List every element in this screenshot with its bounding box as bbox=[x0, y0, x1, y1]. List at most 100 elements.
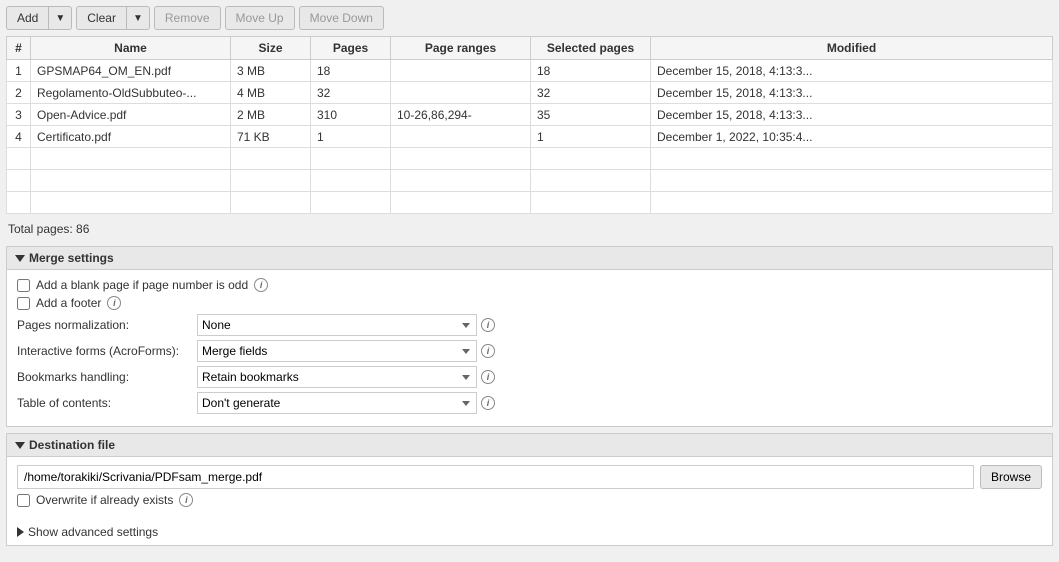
destination-path-input[interactable] bbox=[17, 465, 974, 489]
table-row-empty bbox=[7, 192, 1053, 214]
move-up-button: Move Up bbox=[225, 6, 295, 30]
merge-settings-header[interactable]: Merge settings bbox=[7, 247, 1052, 270]
browse-button[interactable]: Browse bbox=[980, 465, 1042, 489]
cell-ranges bbox=[391, 60, 531, 82]
table-row[interactable]: 1 GPSMAP64_OM_EN.pdf 3 MB 18 18 December… bbox=[7, 60, 1053, 82]
cell-name: Regolamento-OldSubbuteo-... bbox=[31, 82, 231, 104]
pages-norm-label: Pages normalization: bbox=[17, 318, 197, 332]
cell-num: 2 bbox=[7, 82, 31, 104]
toc-label: Table of contents: bbox=[17, 396, 197, 410]
col-header-ranges: Page ranges bbox=[391, 37, 531, 60]
add-dropdown-button[interactable]: ▼ bbox=[48, 6, 72, 30]
bookmarks-row: Bookmarks handling: Retain bookmarks Dis… bbox=[17, 366, 1042, 388]
cell-size: 4 MB bbox=[231, 82, 311, 104]
cell-modified: December 15, 2018, 4:13:3... bbox=[651, 60, 1053, 82]
cell-name: GPSMAP64_OM_EN.pdf bbox=[31, 60, 231, 82]
col-header-pages: Pages bbox=[311, 37, 391, 60]
cell-num: 4 bbox=[7, 126, 31, 148]
cell-size: 3 MB bbox=[231, 60, 311, 82]
destination-collapse-icon bbox=[15, 442, 25, 449]
toc-row: Table of contents: Don't generate Genera… bbox=[17, 392, 1042, 414]
footer-row: Add a footer i bbox=[17, 296, 1042, 310]
cell-name: Open-Advice.pdf bbox=[31, 104, 231, 126]
cell-num: 1 bbox=[7, 60, 31, 82]
col-header-selected: Selected pages bbox=[531, 37, 651, 60]
bookmarks-select[interactable]: Retain bookmarks Discard all Create one … bbox=[197, 366, 477, 388]
main-container: Add ▼ Clear ▼ Remove Move Up Move Down #… bbox=[0, 0, 1059, 562]
overwrite-info-icon[interactable]: i bbox=[179, 493, 193, 507]
cell-ranges bbox=[391, 126, 531, 148]
cell-selected: 32 bbox=[531, 82, 651, 104]
cell-pages: 32 bbox=[311, 82, 391, 104]
footer-checkbox[interactable] bbox=[17, 297, 30, 310]
cell-pages: 1 bbox=[311, 126, 391, 148]
clear-button-group: Clear ▼ bbox=[76, 6, 150, 30]
blank-page-row: Add a blank page if page number is odd i bbox=[17, 278, 1042, 292]
destination-body: Browse Overwrite if already exists i bbox=[7, 457, 1052, 519]
add-button[interactable]: Add bbox=[6, 6, 48, 30]
move-down-button: Move Down bbox=[299, 6, 384, 30]
clear-dropdown-button[interactable]: ▼ bbox=[126, 6, 150, 30]
col-header-modified: Modified bbox=[651, 37, 1053, 60]
cell-modified: December 1, 2022, 10:35:4... bbox=[651, 126, 1053, 148]
pages-norm-wrap: None Normalize pages i bbox=[197, 314, 495, 336]
blank-page-label: Add a blank page if page number is odd bbox=[36, 278, 248, 292]
cell-pages: 18 bbox=[311, 60, 391, 82]
toc-wrap: Don't generate Generate i bbox=[197, 392, 495, 414]
interactive-forms-info-icon[interactable]: i bbox=[481, 344, 495, 358]
blank-page-info-icon[interactable]: i bbox=[254, 278, 268, 292]
bookmarks-wrap: Retain bookmarks Discard all Create one … bbox=[197, 366, 495, 388]
advanced-label: Show advanced settings bbox=[28, 525, 158, 539]
cell-pages: 310 bbox=[311, 104, 391, 126]
cell-selected: 35 bbox=[531, 104, 651, 126]
bookmarks-info-icon[interactable]: i bbox=[481, 370, 495, 384]
cell-size: 2 MB bbox=[231, 104, 311, 126]
show-advanced-row[interactable]: Show advanced settings bbox=[7, 519, 1052, 545]
table-row[interactable]: 2 Regolamento-OldSubbuteo-... 4 MB 32 32… bbox=[7, 82, 1053, 104]
interactive-forms-label: Interactive forms (AcroForms): bbox=[17, 344, 197, 358]
footer-info-icon[interactable]: i bbox=[107, 296, 121, 310]
col-header-name: Name bbox=[31, 37, 231, 60]
add-button-group: Add ▼ bbox=[6, 6, 72, 30]
cell-ranges bbox=[391, 82, 531, 104]
remove-button: Remove bbox=[154, 6, 221, 30]
interactive-forms-select[interactable]: Merge fields Discard all Keep all bbox=[197, 340, 477, 362]
toc-select[interactable]: Don't generate Generate bbox=[197, 392, 477, 414]
destination-header[interactable]: Destination file bbox=[7, 434, 1052, 457]
toolbar: Add ▼ Clear ▼ Remove Move Up Move Down bbox=[6, 6, 1053, 30]
merge-settings-title: Merge settings bbox=[29, 251, 114, 265]
col-header-size: Size bbox=[231, 37, 311, 60]
footer-label: Add a footer bbox=[36, 296, 101, 310]
interactive-forms-wrap: Merge fields Discard all Keep all i bbox=[197, 340, 495, 362]
table-row-empty bbox=[7, 148, 1053, 170]
overwrite-row: Overwrite if already exists i bbox=[17, 493, 1042, 507]
clear-button[interactable]: Clear bbox=[76, 6, 126, 30]
cell-num: 3 bbox=[7, 104, 31, 126]
blank-page-checkbox[interactable] bbox=[17, 279, 30, 292]
pages-norm-row: Pages normalization: None Normalize page… bbox=[17, 314, 1042, 336]
table-row[interactable]: 3 Open-Advice.pdf 2 MB 310 10-26,86,294-… bbox=[7, 104, 1053, 126]
merge-settings-section: Merge settings Add a blank page if page … bbox=[6, 246, 1053, 427]
toc-info-icon[interactable]: i bbox=[481, 396, 495, 410]
destination-section: Destination file Browse Overwrite if alr… bbox=[6, 433, 1053, 546]
destination-title: Destination file bbox=[29, 438, 115, 452]
merge-settings-body: Add a blank page if page number is odd i… bbox=[7, 270, 1052, 426]
interactive-forms-row: Interactive forms (AcroForms): Merge fie… bbox=[17, 340, 1042, 362]
merge-collapse-icon bbox=[15, 255, 25, 262]
cell-modified: December 15, 2018, 4:13:3... bbox=[651, 104, 1053, 126]
pages-norm-select[interactable]: None Normalize pages bbox=[197, 314, 477, 336]
overwrite-checkbox[interactable] bbox=[17, 494, 30, 507]
advanced-expand-icon bbox=[17, 527, 24, 537]
cell-ranges: 10-26,86,294- bbox=[391, 104, 531, 126]
cell-selected: 1 bbox=[531, 126, 651, 148]
cell-modified: December 15, 2018, 4:13:3... bbox=[651, 82, 1053, 104]
table-row[interactable]: 4 Certificato.pdf 71 KB 1 1 December 1, … bbox=[7, 126, 1053, 148]
destination-path-row: Browse bbox=[17, 465, 1042, 489]
cell-name: Certificato.pdf bbox=[31, 126, 231, 148]
overwrite-label: Overwrite if already exists bbox=[36, 493, 173, 507]
file-table: # Name Size Pages Page ranges Selected p… bbox=[6, 36, 1053, 214]
table-row-empty bbox=[7, 170, 1053, 192]
cell-size: 71 KB bbox=[231, 126, 311, 148]
total-pages: Total pages: 86 bbox=[6, 218, 1053, 240]
pages-norm-info-icon[interactable]: i bbox=[481, 318, 495, 332]
